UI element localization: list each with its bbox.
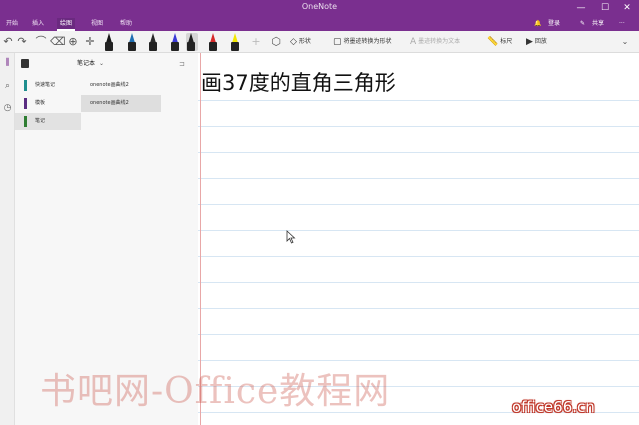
notebooks-icon[interactable]: ⫼ — [2, 58, 13, 69]
lasso-select-icon[interactable]: ⌒ — [34, 34, 48, 50]
ruled-line — [198, 282, 639, 283]
ink-to-shape-button[interactable]: ▢ 将墨迹转换为形状 — [333, 35, 392, 49]
type-icon[interactable]: ✛ — [84, 34, 96, 50]
pen-body — [128, 42, 136, 51]
replay-label: 回放 — [534, 38, 547, 45]
watermark-text: 书吧网-Office教程网 — [40, 371, 391, 412]
section-label: 笔记 — [35, 118, 46, 124]
section-color-bar — [24, 98, 27, 109]
ruler-button[interactable]: 📏 标尺 — [487, 35, 512, 49]
section-color-bar — [24, 116, 27, 127]
more-icon[interactable]: ··· — [619, 18, 625, 30]
pen-body — [149, 42, 157, 51]
ruled-line — [198, 204, 639, 205]
ruled-line — [198, 334, 639, 335]
ruled-line — [198, 360, 639, 361]
page-label: onenote画曲线2 — [90, 82, 129, 88]
pen-purple-blue-icon[interactable] — [170, 33, 180, 51]
ink-to-text-button[interactable]: A 墨迹转换为文本 — [410, 35, 460, 49]
ribbon-expand-icon[interactable]: ⌄ — [618, 34, 632, 50]
pen-body — [231, 42, 239, 51]
bell-icon[interactable]: 🔔 — [534, 18, 541, 30]
page-item[interactable]: onenote画曲线2 — [81, 95, 161, 112]
pen-body — [209, 42, 217, 51]
user-avatar[interactable]: 登录 — [548, 18, 560, 30]
ruled-line — [198, 308, 639, 309]
close-icon[interactable]: ✕ — [616, 1, 638, 15]
ruled-line — [198, 230, 639, 231]
ruled-line — [198, 126, 639, 127]
pen-dark-icon[interactable] — [148, 33, 158, 51]
onenote-window: OneNote — ☐ ✕ 开始 插入 绘图 视图 帮助 🔔 登录 ✎ 共享 ·… — [0, 0, 639, 425]
tab-help[interactable]: 帮助 — [117, 18, 135, 31]
tab-view[interactable]: 视图 — [88, 18, 106, 31]
pen-body — [171, 42, 179, 51]
section-color-bar — [24, 80, 27, 91]
pen-body — [187, 42, 195, 51]
notebook-name: 笔记本 — [77, 60, 96, 67]
shape-icon[interactable]: ⬡ — [270, 34, 282, 50]
pen-selected-icon[interactable] — [186, 33, 198, 51]
eraser-icon[interactable]: ⌫ — [50, 34, 66, 50]
pen-red-icon[interactable] — [208, 33, 218, 51]
ruled-line — [198, 256, 639, 257]
share-label: 共享 — [592, 20, 605, 27]
section-item[interactable]: 笔记 — [15, 113, 81, 130]
shapes-button[interactable]: ◇ 形状 — [290, 35, 311, 49]
tab-home[interactable]: 开始 — [3, 18, 21, 31]
section-item[interactable]: 模板 — [15, 95, 81, 112]
user-label: 登录 — [548, 20, 561, 27]
page-label: onenote画曲线2 — [90, 100, 129, 106]
ink-to-shape-label: 将墨迹转换为形状 — [343, 38, 392, 45]
tab-draw[interactable]: 绘图 — [57, 18, 76, 31]
chevron-down-icon: ⌄ — [99, 60, 105, 67]
add-space-icon[interactable]: ⊕ — [66, 34, 80, 50]
window-title: OneNote — [301, 2, 338, 11]
undo-icon[interactable]: ↶ — [2, 34, 14, 50]
page-item[interactable]: onenote画曲线2 — [81, 77, 161, 94]
ink-to-text-icon: A — [410, 37, 417, 47]
notebook-icon — [21, 59, 29, 68]
ruled-line — [198, 178, 639, 179]
maximize-icon[interactable]: ☐ — [594, 1, 616, 15]
draw-ribbon: ↶ ↷ ⌒ ⌫ ⊕ ✛ + ⬡ ◇ 形状 ▢ 将墨迹转换为形状 A 墨迹转换为文… — [0, 31, 639, 53]
pin-icon[interactable]: ⊐ — [179, 58, 185, 70]
redo-icon[interactable]: ↷ — [16, 34, 28, 50]
replay-icon: ▶ — [526, 37, 533, 47]
shapes-icon: ◇ — [290, 37, 297, 47]
mouse-cursor-icon — [286, 230, 296, 244]
menu-bar: 开始 插入 绘图 视图 帮助 🔔 登录 ✎ 共享 ··· — [0, 17, 639, 31]
ink-to-shape-icon: ▢ — [333, 37, 342, 47]
notebook-picker[interactable]: 笔记本 ⌄ ⊐ — [15, 57, 198, 71]
minimize-icon[interactable]: — — [570, 1, 592, 15]
section-item[interactable]: 快速笔记 — [15, 77, 81, 94]
shapes-label: 形状 — [298, 38, 311, 45]
ruler-icon: 📏 — [487, 37, 499, 47]
section-label: 快速笔记 — [35, 82, 56, 88]
tab-insert[interactable]: 插入 — [29, 18, 47, 31]
ruled-line — [198, 152, 639, 153]
left-rail: ⫼ ⌕ ◷ — [0, 53, 15, 425]
search-icon[interactable]: ⌕ — [2, 81, 13, 92]
edit-icon[interactable]: ✎ — [580, 18, 585, 30]
ruler-label: 标尺 — [500, 38, 513, 45]
add-pen-icon[interactable]: + — [250, 34, 262, 50]
pen-blue-icon[interactable] — [127, 33, 137, 51]
page-title[interactable]: 画37度的直角三角形 — [201, 67, 396, 97]
share-button[interactable]: 共享 — [592, 18, 604, 30]
highlighter-icon[interactable] — [230, 33, 240, 51]
pen-black-icon[interactable] — [104, 33, 114, 51]
ink-to-text-label: 墨迹转换为文本 — [418, 38, 461, 45]
section-label: 模板 — [35, 100, 46, 106]
replay-button[interactable]: ▶ 回放 — [526, 35, 547, 49]
title-bar: OneNote — ☐ ✕ — [0, 0, 639, 17]
recent-icon[interactable]: ◷ — [2, 103, 13, 114]
watermark-logo: office66.cn — [512, 398, 595, 416]
pen-body — [105, 42, 113, 51]
ruled-line — [198, 100, 639, 101]
